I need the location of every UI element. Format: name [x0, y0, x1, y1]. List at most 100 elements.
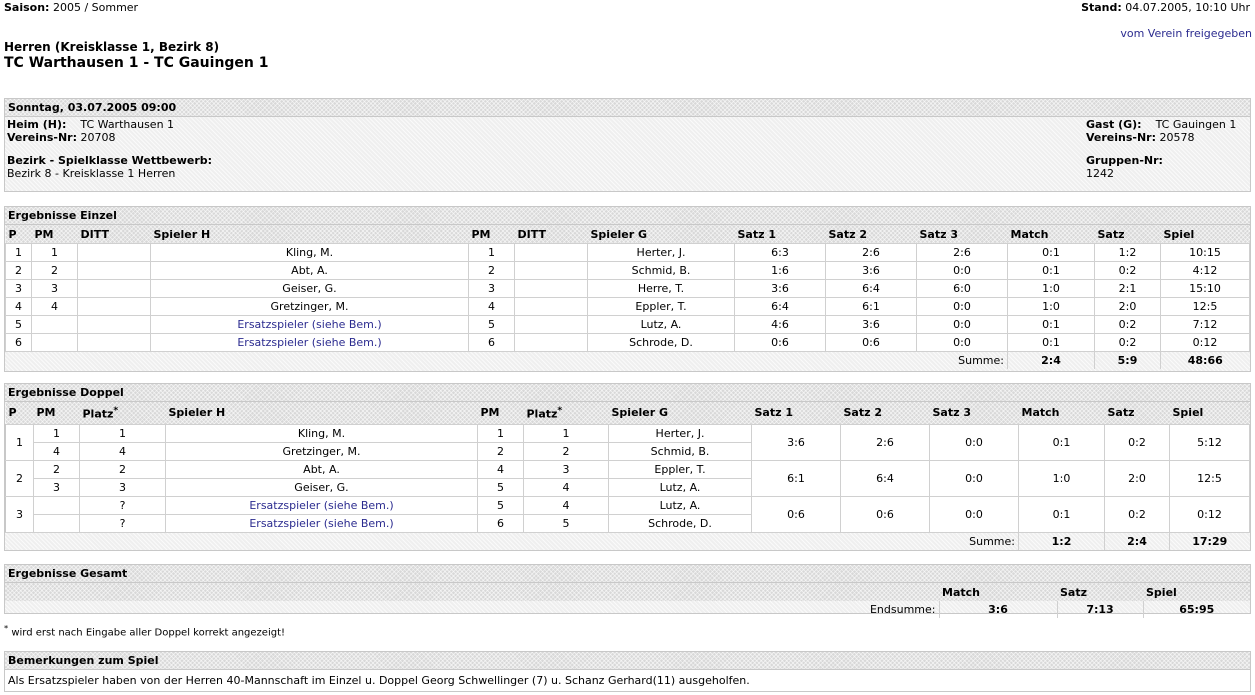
match-cell: 0:1	[1007, 243, 1095, 262]
match-cell: 1:0	[1018, 459, 1105, 497]
doubles-section: Ergebnisse Doppel P PM Platz* Spieler H PM Pl…	[4, 383, 1251, 551]
player-guest-cell: Lutz, A.	[587, 315, 735, 334]
singles-header-row: P PM DITT Spieler H PM DITT Spieler G Satz 1 Sat…	[5, 225, 1250, 244]
total-col-match: Match	[942, 585, 980, 599]
season: Saison: 2005 / Sommer	[4, 1, 138, 14]
doubles-sum-label: Summe:	[969, 534, 1015, 548]
substitute-link[interactable]: Ersatzspieler (siehe Bem.)	[237, 336, 381, 349]
doubles-col-header: Satz 3	[930, 402, 1019, 424]
platz-home-cell: ?	[79, 495, 166, 515]
footnote: * wird erst nach Eingabe aller Doppel ko…	[4, 623, 285, 638]
satz-cell: 2:0	[1104, 459, 1170, 497]
season-label: Saison:	[4, 1, 50, 14]
player-home-cell: Gretzinger, M.	[165, 441, 478, 461]
doubles-col-label: Satz	[1107, 406, 1135, 420]
home-info: Heim (H): TC Warthausen 1 Vereins-Nr: 20…	[7, 118, 174, 144]
singles-sum-satz: 5:9	[1094, 351, 1161, 369]
satz-cell: 2:1	[1094, 279, 1161, 298]
match-cell: 1:0	[1007, 279, 1095, 298]
doubles-col-label: Match	[1021, 406, 1060, 420]
satz-cell: 2:0	[1094, 297, 1161, 316]
guest-info: Gast (G): TC Gauingen 1 Vereins-Nr: 2057…	[1086, 118, 1236, 144]
pm-home-cell: 4	[33, 441, 80, 461]
singles-col-header: Spiel	[1163, 227, 1195, 241]
spiel-cell: 7:12	[1160, 315, 1250, 334]
satz-cell: 0:2	[1094, 261, 1161, 280]
doubles-col-label: Spiel	[1172, 406, 1204, 420]
ditt-guest-cell	[514, 315, 588, 334]
home-club-label: Vereins-Nr:	[7, 131, 78, 144]
singles-row: 3 3 Geiser, G. 3 Herre, T. 3:6 6:4 6:0 1:0 2:1 15:…	[5, 279, 1250, 298]
remarks-section: Bemerkungen zum Spiel Als Ersatzspieler …	[4, 651, 1251, 692]
singles-sum-match: 2:4	[1007, 351, 1095, 369]
player-guest-cell: Eppler, T.	[608, 459, 752, 479]
pm-guest-cell: 1	[468, 243, 515, 262]
set3-cell: 0:0	[916, 315, 1008, 334]
pm-home-cell: 1	[33, 423, 80, 443]
doubles-col-header: Platz*	[80, 402, 166, 424]
s2-cell: 6:4	[840, 459, 930, 497]
position-cell: 1	[5, 423, 34, 461]
doubles-col-header: Satz	[1105, 402, 1170, 424]
stand: Stand: 04.07.2005, 10:10 Uhr	[1081, 1, 1250, 14]
singles-col-header: PM	[34, 227, 54, 241]
match-cell: 0:1	[1007, 315, 1095, 334]
player-guest-cell: Herre, T.	[587, 279, 735, 298]
pm-home-cell: 4	[31, 297, 78, 316]
stand-value: 04.07.2005, 10:10 Uhr	[1125, 1, 1250, 14]
doubles-col-header: PM	[478, 402, 524, 424]
total-col-satz: Satz	[1060, 585, 1088, 599]
match-cell: 0:1	[1018, 495, 1105, 533]
platz-home-cell: ?	[79, 513, 166, 533]
ditt-home-cell	[77, 279, 151, 298]
player-guest-cell: Herter, J.	[608, 423, 752, 443]
satz-cell: 0:2	[1094, 315, 1161, 334]
spiel-cell: 12:5	[1160, 297, 1250, 316]
remarks-text: Als Ersatzspieler haben von der Herren 4…	[5, 670, 1250, 691]
doubles-col-label: Platz	[82, 407, 114, 421]
match-cell: 0:1	[1007, 261, 1095, 280]
player-guest-cell: Schrode, D.	[608, 513, 752, 533]
guest-club-label: Vereins-Nr:	[1086, 131, 1157, 144]
ditt-guest-cell	[514, 243, 588, 262]
platz-guest-cell: 2	[523, 441, 609, 461]
set3-cell: 0:0	[916, 261, 1008, 280]
pm-guest-cell: 2	[477, 441, 524, 461]
asterisk-mark: *	[557, 404, 563, 416]
singles-col-header: P	[8, 227, 17, 241]
doubles-col-header: P	[6, 402, 34, 424]
doubles-col-label: Platz	[526, 407, 558, 421]
singles-col-header: Spieler G	[590, 227, 648, 241]
singles-col-header: Spieler H	[153, 227, 211, 241]
singles-section: Ergebnisse Einzel P PM DITT Spieler H PM DITT…	[4, 206, 1251, 372]
total-sum-row: Endsumme: 3:6 7:13 65:95	[5, 601, 1250, 618]
released-link[interactable]: vom Verein freigegeben	[1120, 27, 1252, 40]
substitute-link[interactable]: Ersatzspieler (siehe Bem.)	[237, 318, 381, 331]
doubles-row: 1 1 1 Kling, M. 1 1 Herter, J. 3:6 2:6 0:0 0:1 0:2 5…	[5, 423, 1250, 461]
ditt-guest-cell	[514, 261, 588, 280]
ditt-home-cell	[77, 333, 151, 352]
platz-home-cell: 3	[79, 477, 166, 497]
doubles-header-row: P PM Platz* Spieler H PM Platz* Spieler G Satz …	[5, 402, 1250, 424]
pm-guest-cell: 3	[468, 279, 515, 298]
set2-cell: 2:6	[825, 243, 917, 262]
total-header-row: Match Satz Spiel	[5, 583, 1250, 601]
match-info-box: Sonntag, 03.07.2005 09:00 Heim (H): TC W…	[4, 98, 1251, 192]
home-team: TC Warthausen 1	[80, 118, 175, 131]
pm-home-cell	[33, 513, 80, 533]
s3-cell: 0:0	[929, 423, 1019, 461]
substitute-link[interactable]: Ersatzspieler (siehe Bem.)	[249, 517, 393, 530]
spiel-cell: 12:5	[1169, 459, 1250, 497]
doubles-col-label: Spieler H	[168, 406, 226, 420]
singles-sum-row: Summe: 2:4 5:9 48:66	[6, 351, 1250, 369]
s1-cell: 3:6	[751, 423, 841, 461]
ditt-home-cell	[77, 243, 151, 262]
substitute-link[interactable]: Ersatzspieler (siehe Bem.)	[249, 499, 393, 512]
set1-cell: 1:6	[734, 261, 826, 280]
singles-col-header: PM	[471, 227, 491, 241]
platz-home-cell: 4	[79, 441, 166, 461]
total-satz: 7:13	[1056, 601, 1143, 618]
singles-col-header: Satz 1	[737, 227, 777, 241]
spiel-cell: 4:12	[1160, 261, 1250, 280]
pm-home-cell: 3	[33, 477, 80, 497]
